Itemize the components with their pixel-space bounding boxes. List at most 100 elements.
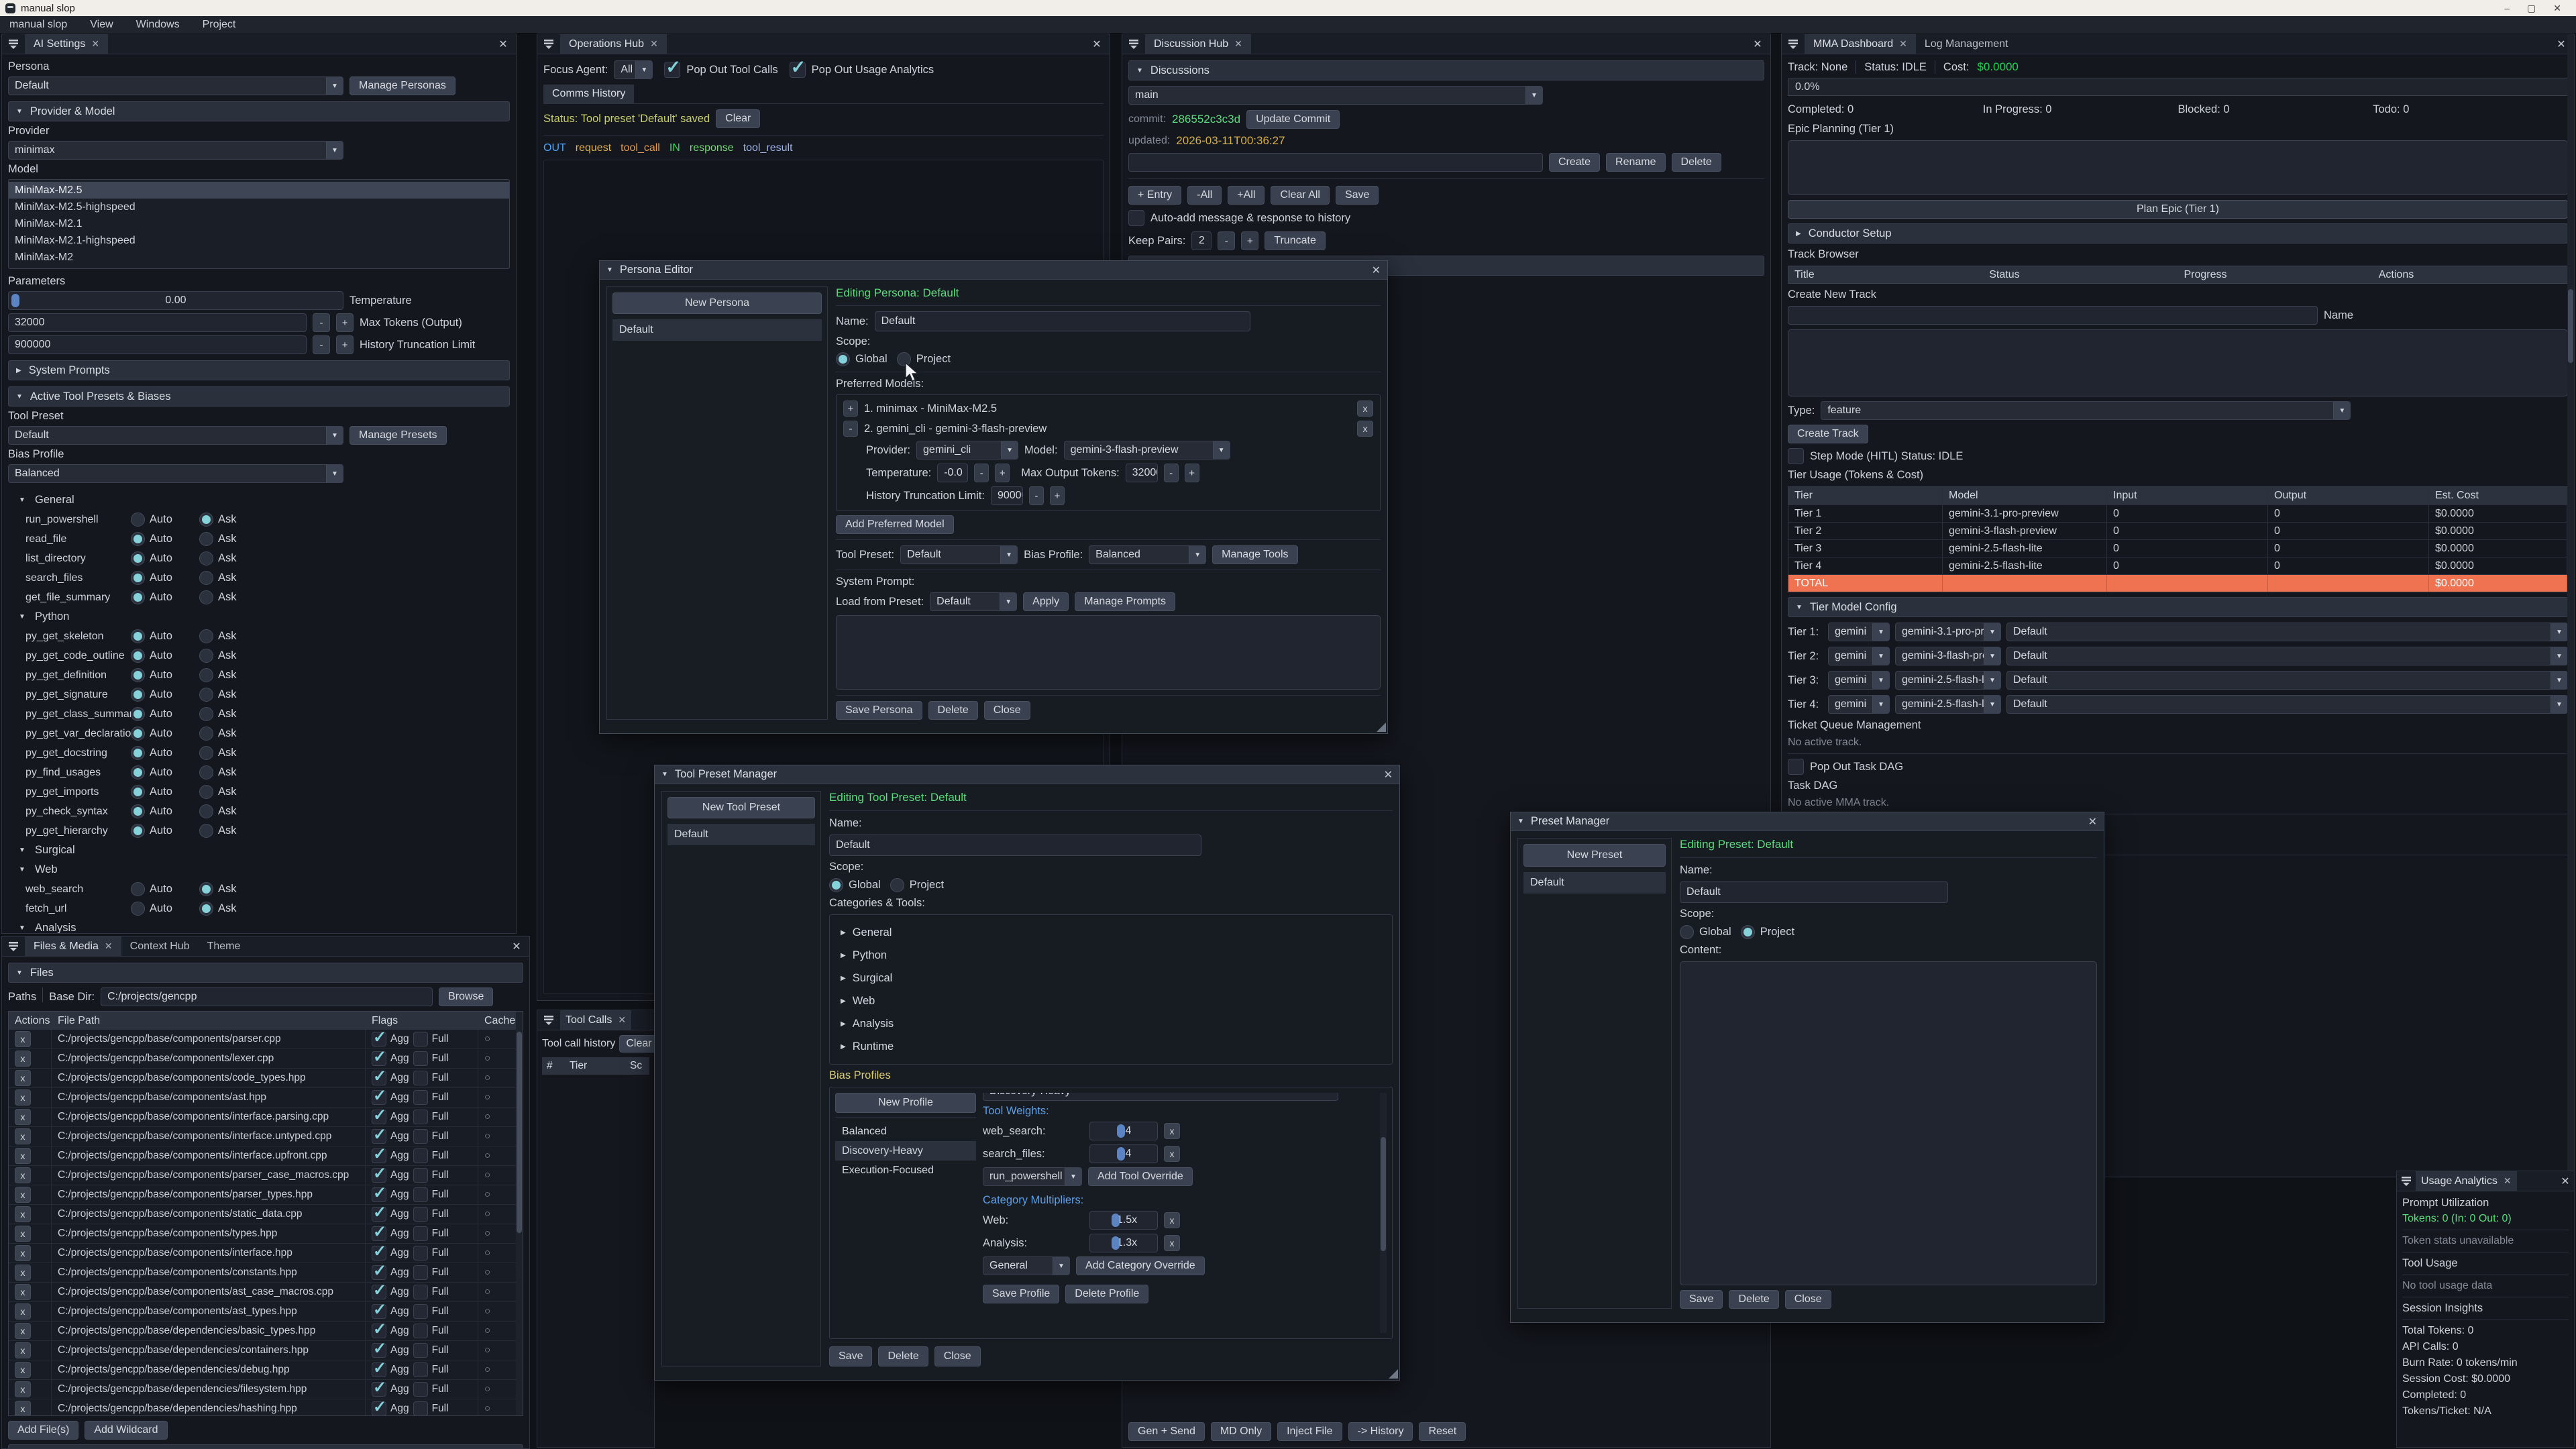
scrollbar-thumb[interactable] bbox=[1381, 1137, 1386, 1251]
scope-global-radio[interactable] bbox=[829, 878, 843, 892]
system-prompt-textarea[interactable] bbox=[836, 615, 1381, 690]
ask-radio[interactable] bbox=[199, 668, 213, 682]
bias-profile-item[interactable]: Discovery-Heavy bbox=[835, 1141, 976, 1161]
save-button[interactable]: Save bbox=[1680, 1290, 1723, 1309]
delete-profile-button[interactable]: Delete Profile bbox=[1065, 1285, 1148, 1303]
panel-menu-icon[interactable] bbox=[1782, 34, 1805, 54]
discussion-name-input[interactable] bbox=[1128, 153, 1543, 172]
close-tab-icon[interactable] bbox=[2504, 1175, 2512, 1187]
tab-comms-history[interactable]: Comms History bbox=[543, 85, 634, 103]
remove-file-button[interactable] bbox=[15, 1226, 31, 1242]
add-preferred-model-button[interactable]: Add Preferred Model bbox=[836, 515, 954, 534]
scrollbar[interactable] bbox=[1380, 1093, 1387, 1333]
composer-action-button[interactable]: MD Only bbox=[1211, 1422, 1271, 1441]
tier-provider-select[interactable]: gemini bbox=[1828, 695, 1890, 714]
chevron-down-icon[interactable] bbox=[19, 496, 31, 504]
remove-file-button[interactable] bbox=[15, 1206, 31, 1222]
create-track-button[interactable]: Create Track bbox=[1788, 425, 1868, 443]
section-discussions[interactable]: Discussions bbox=[1128, 60, 1764, 80]
remove-file-button[interactable] bbox=[15, 1128, 31, 1144]
agg-checkbox[interactable] bbox=[372, 1285, 386, 1299]
menu-item[interactable]: View bbox=[90, 19, 113, 31]
tool-override-select[interactable]: run_powershell bbox=[983, 1167, 1082, 1186]
tier-provider-select[interactable]: gemini bbox=[1828, 647, 1890, 665]
bias-profile-select[interactable]: Balanced bbox=[1089, 545, 1206, 564]
agg-checkbox[interactable] bbox=[372, 1382, 386, 1397]
move-up-button[interactable]: + bbox=[843, 400, 858, 417]
tab-files-media[interactable]: Files & Media bbox=[25, 936, 121, 956]
save-persona-button[interactable]: Save Persona bbox=[836, 701, 922, 720]
temperature-input[interactable]: -0.0 bbox=[937, 464, 968, 482]
composer-action-button[interactable]: Inject File bbox=[1277, 1422, 1342, 1441]
menu-item[interactable]: manual slop bbox=[9, 19, 67, 31]
auto-radio[interactable] bbox=[131, 765, 145, 780]
panel-menu-icon[interactable] bbox=[2, 34, 25, 54]
agg-checkbox[interactable] bbox=[372, 1226, 386, 1241]
scope-global-radio[interactable] bbox=[836, 352, 850, 366]
agg-checkbox[interactable] bbox=[372, 1110, 386, 1124]
popout-usage-checkbox[interactable] bbox=[790, 62, 806, 78]
clear-status-button[interactable]: Clear bbox=[716, 109, 760, 128]
category-tree-item[interactable]: Web bbox=[834, 990, 1388, 1012]
dialog-titlebar[interactable]: Persona Editor bbox=[600, 261, 1387, 280]
agg-checkbox[interactable] bbox=[372, 1148, 386, 1163]
temperature-slider[interactable]: 0.00 bbox=[8, 291, 343, 310]
section-tier-model-config[interactable]: Tier Model Config bbox=[1788, 597, 2568, 617]
tab-context-hub[interactable]: Context Hub bbox=[121, 936, 199, 956]
ask-radio[interactable] bbox=[199, 785, 213, 799]
multiplier-slider[interactable]: 1.3x bbox=[1089, 1234, 1158, 1252]
decrement-button[interactable]: - bbox=[1164, 464, 1179, 482]
ask-radio[interactable] bbox=[199, 688, 213, 702]
agg-checkbox[interactable] bbox=[372, 1168, 386, 1183]
auto-radio[interactable] bbox=[131, 746, 145, 760]
tier-model-select[interactable]: gemini-2.5-flash-lite bbox=[1895, 695, 2001, 714]
remove-file-button[interactable] bbox=[15, 1381, 31, 1397]
plan-epic-button[interactable]: Plan Epic (Tier 1) bbox=[1788, 200, 2568, 219]
rename-discussion-button[interactable]: Rename bbox=[1606, 153, 1665, 172]
save-profile-button[interactable]: Save Profile bbox=[983, 1285, 1059, 1303]
track-name-input[interactable] bbox=[1788, 306, 2318, 325]
new-profile-button[interactable]: New Profile bbox=[835, 1093, 976, 1113]
chevron-down-icon[interactable] bbox=[19, 613, 31, 621]
auto-radio[interactable] bbox=[131, 668, 145, 682]
auto-radio[interactable] bbox=[131, 727, 145, 741]
ask-radio[interactable] bbox=[199, 882, 213, 896]
close-panel-icon[interactable] bbox=[1084, 34, 1110, 54]
manage-presets-button[interactable]: Manage Presets bbox=[350, 426, 447, 445]
history-action-button[interactable]: Save bbox=[1336, 186, 1379, 205]
model-list-item[interactable]: MiniMax-M2.5-highspeed bbox=[9, 199, 509, 215]
full-checkbox[interactable] bbox=[413, 1148, 428, 1163]
close-dialog-icon[interactable] bbox=[1372, 264, 1381, 277]
category-tree-item[interactable]: Surgical bbox=[834, 967, 1388, 989]
section-conductor-setup[interactable]: Conductor Setup bbox=[1788, 223, 2568, 244]
remove-file-button[interactable] bbox=[15, 1401, 31, 1416]
agg-checkbox[interactable] bbox=[372, 1129, 386, 1144]
category-tree-item[interactable]: Runtime bbox=[834, 1036, 1388, 1057]
preset-content-textarea[interactable] bbox=[1680, 961, 2097, 1285]
ask-radio[interactable] bbox=[199, 513, 213, 527]
remove-file-button[interactable] bbox=[15, 1323, 31, 1339]
full-checkbox[interactable] bbox=[413, 1090, 428, 1105]
close-tab-icon[interactable] bbox=[91, 38, 99, 50]
remove-file-button[interactable] bbox=[15, 1089, 31, 1106]
agg-checkbox[interactable] bbox=[372, 1051, 386, 1066]
tool-preset-name-input[interactable] bbox=[829, 835, 1201, 856]
panel-menu-icon[interactable] bbox=[2397, 1171, 2416, 1191]
full-checkbox[interactable] bbox=[413, 1401, 428, 1416]
tier-preset-select[interactable]: Default bbox=[2006, 647, 2568, 665]
auto-radio[interactable] bbox=[131, 513, 145, 527]
close-panel-icon[interactable] bbox=[504, 936, 529, 956]
auto-radio[interactable] bbox=[131, 707, 145, 721]
agg-checkbox[interactable] bbox=[372, 1324, 386, 1338]
model-list-item[interactable]: MiniMax-M2 bbox=[9, 249, 509, 266]
agg-checkbox[interactable] bbox=[372, 1362, 386, 1377]
scope-project-radio[interactable] bbox=[890, 878, 904, 892]
full-checkbox[interactable] bbox=[413, 1032, 428, 1046]
apply-button[interactable]: Apply bbox=[1023, 592, 1069, 611]
remove-file-button[interactable] bbox=[15, 1303, 31, 1320]
delete-button[interactable]: Delete bbox=[1729, 1290, 1778, 1309]
scrollbar[interactable] bbox=[516, 1012, 523, 1415]
max-tokens-input[interactable] bbox=[8, 313, 307, 332]
remove-file-button[interactable] bbox=[15, 1245, 31, 1261]
auto-radio[interactable] bbox=[131, 532, 145, 546]
